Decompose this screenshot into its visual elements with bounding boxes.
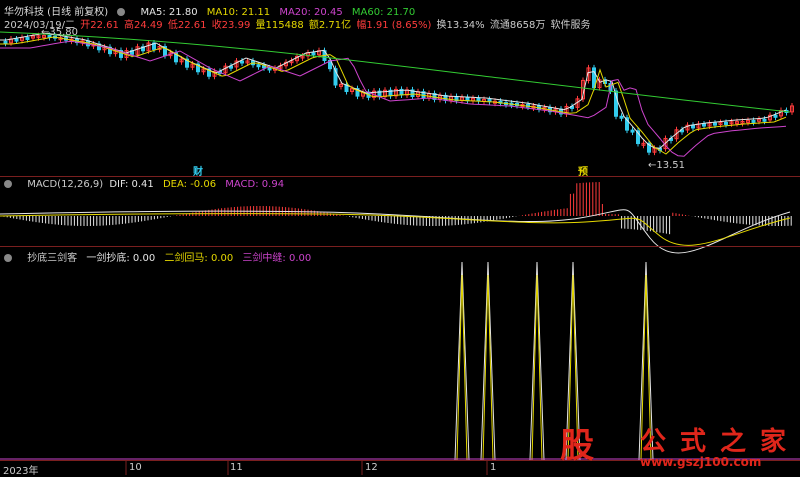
high-price-label: ←35.80 xyxy=(41,27,79,38)
ma10-line xyxy=(0,36,787,155)
candle-body xyxy=(3,40,8,44)
candle-body xyxy=(619,115,624,119)
volume-value: 量115488 xyxy=(255,20,304,31)
candle-body xyxy=(751,119,756,123)
high-value: 高24.49 xyxy=(124,20,163,31)
axis-label: 10 xyxy=(129,462,142,473)
open-value: 开22.61 xyxy=(80,20,119,31)
watermark-url: www.gszj100.com xyxy=(640,455,762,469)
amount-value: 额2.71亿 xyxy=(308,20,352,31)
sector-value: 软件服务 xyxy=(550,20,591,31)
dif-value: DIF: 0.41 xyxy=(109,179,154,190)
float-cap-value: 流通8658万 xyxy=(489,20,546,31)
candle-body xyxy=(713,122,717,126)
indicator-three-value: 三剑中缝: 0.00 xyxy=(242,253,312,264)
candle-body xyxy=(256,64,261,68)
candle-body xyxy=(630,129,635,133)
candle-body xyxy=(311,52,316,56)
panel-separator xyxy=(0,246,800,247)
candle-body xyxy=(240,60,244,64)
macd-title: MACD(12,26,9) xyxy=(27,179,104,190)
candle-body xyxy=(762,118,767,122)
ma60-line xyxy=(0,31,791,113)
dea-line xyxy=(0,213,791,246)
chart-canvas xyxy=(0,31,800,475)
candle-body xyxy=(25,37,30,41)
indicator-two-value: 二剑回马: 0.00 xyxy=(164,253,234,264)
candle-body xyxy=(702,123,706,127)
change-value: 幅1.91 (8.65%) xyxy=(356,20,432,31)
indicator-one-value: 一剑抄底: 0.00 xyxy=(86,253,156,264)
watermark-brand: 公式之家 xyxy=(640,427,800,457)
candle-body xyxy=(724,121,728,125)
low-price-label: ←13.51 xyxy=(648,160,686,171)
axis-label: 11 xyxy=(230,462,243,473)
candle-body xyxy=(267,67,272,71)
candle-body xyxy=(773,114,778,118)
dea-value: DEA: -0.06 xyxy=(162,179,217,190)
watermark-logo: 股 xyxy=(560,418,612,466)
info-row: 2024/03/19/二 开22.61 高24.49 低22.61 收23.99… xyxy=(4,16,597,31)
indicator-title: 抄底三剑客 xyxy=(27,253,78,264)
axis-label: 12 xyxy=(365,462,378,473)
candle-body xyxy=(14,38,19,42)
panel-separator xyxy=(0,176,800,177)
indicator-header: 抄底三剑客 一剑抄底: 0.00 二剑回马: 0.00 三剑中缝: 0.00 xyxy=(4,249,317,264)
axis-label: 1 xyxy=(490,462,497,473)
watermark-char: 股 xyxy=(560,426,594,466)
macd-header: MACD(12,26,9) DIF: 0.41 DEA: -0.06 MACD:… xyxy=(4,179,290,190)
turnover-value: 换13.34% xyxy=(436,20,485,31)
candle-body xyxy=(476,97,481,102)
settings-icon[interactable] xyxy=(4,253,18,264)
settings-icon[interactable] xyxy=(4,179,18,190)
macd-value: MACD: 0.94 xyxy=(225,179,285,190)
ma20-line xyxy=(0,40,787,157)
close-value: 收23.99 xyxy=(211,20,251,31)
candle-body xyxy=(691,124,695,129)
low-value: 低22.61 xyxy=(167,20,207,31)
